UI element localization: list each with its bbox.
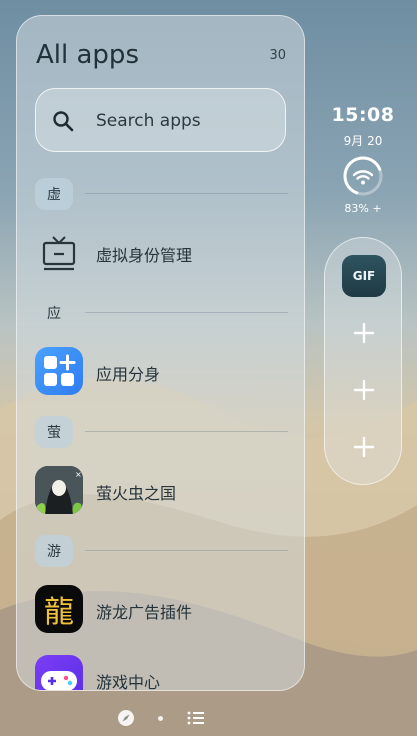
section-letter-badge[interactable]: 应	[35, 297, 73, 329]
app-clone-icon	[35, 347, 83, 395]
search-placeholder: Search apps	[96, 111, 201, 131]
section-letter-badge[interactable]: 游	[35, 535, 73, 567]
app-item-firefly[interactable]: × 萤火虫之国	[17, 450, 304, 533]
bottom-navigation	[0, 709, 417, 729]
clock-widget[interactable]: 15:08 9月 20	[323, 104, 403, 149]
app-item-game-center[interactable]: 游戏中心	[17, 639, 304, 691]
dragon-icon: 龍	[35, 585, 83, 633]
battery-level: 83% +	[344, 202, 382, 215]
gif-app-icon[interactable]: GIF	[342, 255, 386, 297]
side-dock: GIF	[324, 237, 402, 485]
clock-time: 15:08	[331, 104, 395, 126]
section-divider	[85, 431, 288, 432]
app-label: 虚拟身份管理	[96, 246, 193, 265]
app-count: 30	[269, 48, 286, 63]
search-apps-input[interactable]: Search apps	[35, 88, 286, 152]
add-slot-button[interactable]	[351, 434, 377, 460]
add-slot-button[interactable]	[351, 377, 377, 403]
gamepad-icon	[35, 655, 83, 690]
section-letter-badge[interactable]: 萤	[35, 416, 73, 448]
section-divider	[85, 193, 288, 194]
app-item-app-clone[interactable]: 应用分身	[17, 331, 304, 414]
section-letter-badge[interactable]: 虚	[35, 178, 73, 210]
page-indicator-dot	[158, 716, 163, 721]
section-header: 虚	[17, 176, 304, 212]
drawer-title: All apps	[36, 40, 139, 70]
search-icon	[53, 111, 74, 132]
compass-icon[interactable]	[117, 709, 135, 727]
app-label: 游戏中心	[96, 673, 161, 691]
app-label: 游龙广告插件	[96, 603, 193, 622]
app-label: 应用分身	[96, 365, 161, 384]
app-label: 萤火虫之国	[96, 484, 177, 503]
gif-label: GIF	[352, 269, 376, 283]
section-divider	[85, 550, 288, 551]
app-drawer: All apps 30 Search apps 虚 虚拟身份管理 应 应用分身 …	[16, 15, 305, 691]
app-item-virtual-identity[interactable]: 虚拟身份管理	[17, 212, 304, 295]
svg-text:×: ×	[75, 470, 82, 479]
wifi-battery-ring-icon	[343, 156, 383, 196]
dragon-glyph: 龍	[44, 595, 74, 630]
tv-icon	[35, 228, 83, 276]
section-divider	[85, 312, 288, 313]
clock-date: 9月 20	[343, 134, 383, 148]
section-header: 游	[17, 533, 304, 569]
firefly-game-icon: ×	[35, 466, 83, 514]
section-header: 应	[17, 295, 304, 331]
app-list: 虚 虚拟身份管理 应 应用分身 萤 × 萤火虫之国 游 龍 游龙广告插件 游戏中…	[17, 176, 304, 691]
list-view-icon[interactable]	[187, 710, 205, 726]
section-header: 萤	[17, 414, 304, 450]
add-slot-button[interactable]	[351, 320, 377, 346]
